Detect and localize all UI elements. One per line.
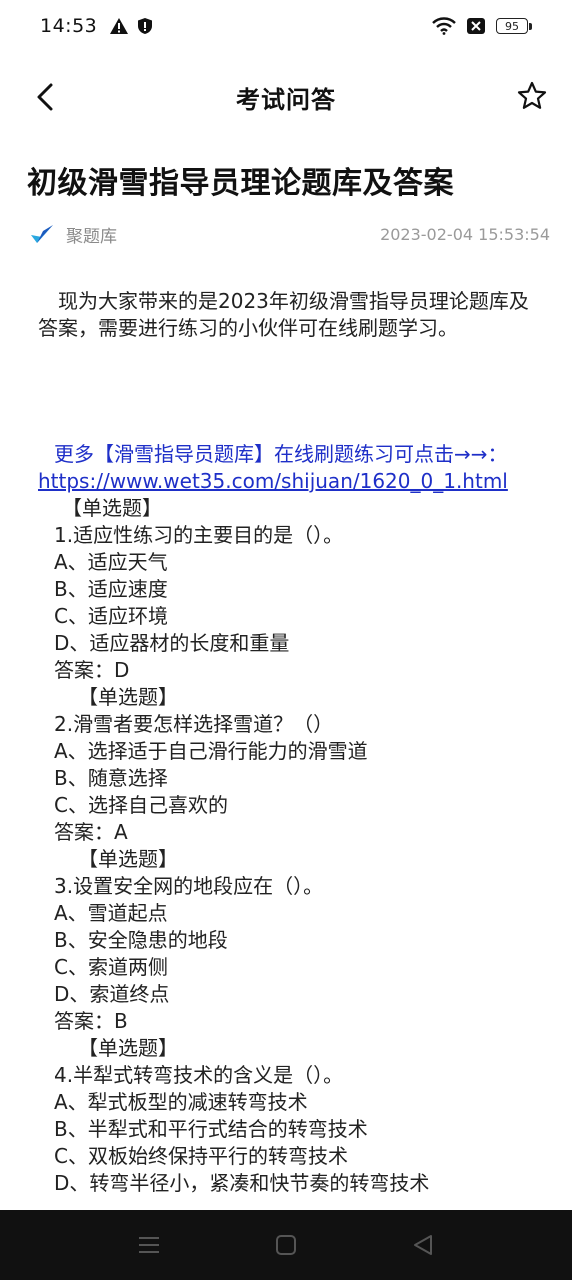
status-bar: 14:53 95 [0,0,572,52]
source-name[interactable]: 聚题库 [66,222,117,247]
back-button[interactable] [26,78,64,116]
question-line: B、半犁式和平行式结合的转弯技术 [54,1117,368,1141]
question-line: 答案：D [54,658,130,682]
question-line: D、转弯半径小，紧凑和快节奏的转弯技术 [54,1171,430,1195]
promo-link[interactable]: https://www.wet35.com/shijuan/1620_0_1.h… [38,469,508,493]
question-line: C、适应环境 [54,604,168,628]
warning-icon [110,18,129,34]
question-line: 答案：A [54,820,128,844]
status-time: 14:53 [40,15,98,37]
recents-button[interactable] [129,1225,169,1265]
question-line: C、选择自己喜欢的 [54,793,228,817]
question-type-label: 【单选题】 [62,496,162,520]
app-bar: 考试问答 [0,62,572,132]
back-triangle-icon [414,1235,433,1255]
status-right-icons: 95 [432,17,532,35]
question-line: 2.滑雪者要怎样选择雪道？（） [54,712,334,736]
question-line: B、安全隐患的地段 [54,928,228,952]
wifi-icon [432,17,456,35]
battery-icon: 95 [496,18,532,34]
promo-text: 更多【滑雪指导员题库】在线刷题练习可点击→→： [54,442,508,466]
article-title: 初级滑雪指导员理论题库及答案 [27,166,454,201]
chevron-left-icon [37,83,53,111]
battery-level: 95 [496,18,528,34]
question-line: 3.设置安全网的地段应在（）。 [54,874,324,898]
question-line: 答案：B [54,1009,128,1033]
star-outline-icon [517,81,547,109]
publish-time: 2023-02-04 15:53:54 [380,224,550,244]
shield-icon [138,18,153,34]
system-back-button[interactable] [403,1225,443,1265]
system-nav-bar [0,1210,572,1280]
question-type-label: 【单选题】 [78,685,178,709]
article-content: 更多【滑雪指导员题库】在线刷题练习可点击→→： https://www.wet35… [38,441,538,1197]
question-line: A、雪道起点 [54,901,168,925]
article-meta: 聚题库 2023-02-04 15:53:54 [30,220,550,248]
question-line: C、双板始终保持平行的转弯技术 [54,1144,348,1168]
question-line: C、索道两侧 [54,955,168,979]
question-line: B、适应速度 [54,577,168,601]
home-button[interactable] [266,1225,306,1265]
question-line: 4.半犁式转弯技术的含义是（）。 [54,1063,344,1087]
article-intro: 现为大家带来的是2023年初级滑雪指导员理论题库及答案，需要进行练习的小伙伴可在… [38,289,529,340]
question-line: A、适应天气 [54,550,168,574]
question-line: A、选择适于自己滑行能力的滑雪道 [54,739,368,763]
question-type-label: 【单选题】 [78,1036,178,1060]
question-line: D、索道终点 [54,982,170,1006]
home-square-icon [275,1235,296,1255]
page-title: 考试问答 [236,85,336,114]
favorite-button[interactable] [512,76,552,116]
status-left-icons [109,17,153,35]
menu-icon [138,1237,159,1253]
promo-paragraph: 更多【滑雪指导员题库】在线刷题练习可点击→→： https://www.wet35… [38,441,538,495]
question-line: 1.适应性练习的主要目的是（）。 [54,523,344,547]
question-type-label: 【单选题】 [78,847,178,871]
question-line: A、犁式板型的减速转弯技术 [54,1090,308,1114]
question-list: 【单选题】 1.适应性练习的主要目的是（）。 A、适应天气 B、适应速度 C、适应环境 D… [38,495,538,1197]
question-line: D、适应器材的长度和重量 [54,631,290,655]
source-logo-icon [31,225,53,243]
question-line: B、随意选择 [54,766,168,790]
sim-off-icon [467,18,485,34]
